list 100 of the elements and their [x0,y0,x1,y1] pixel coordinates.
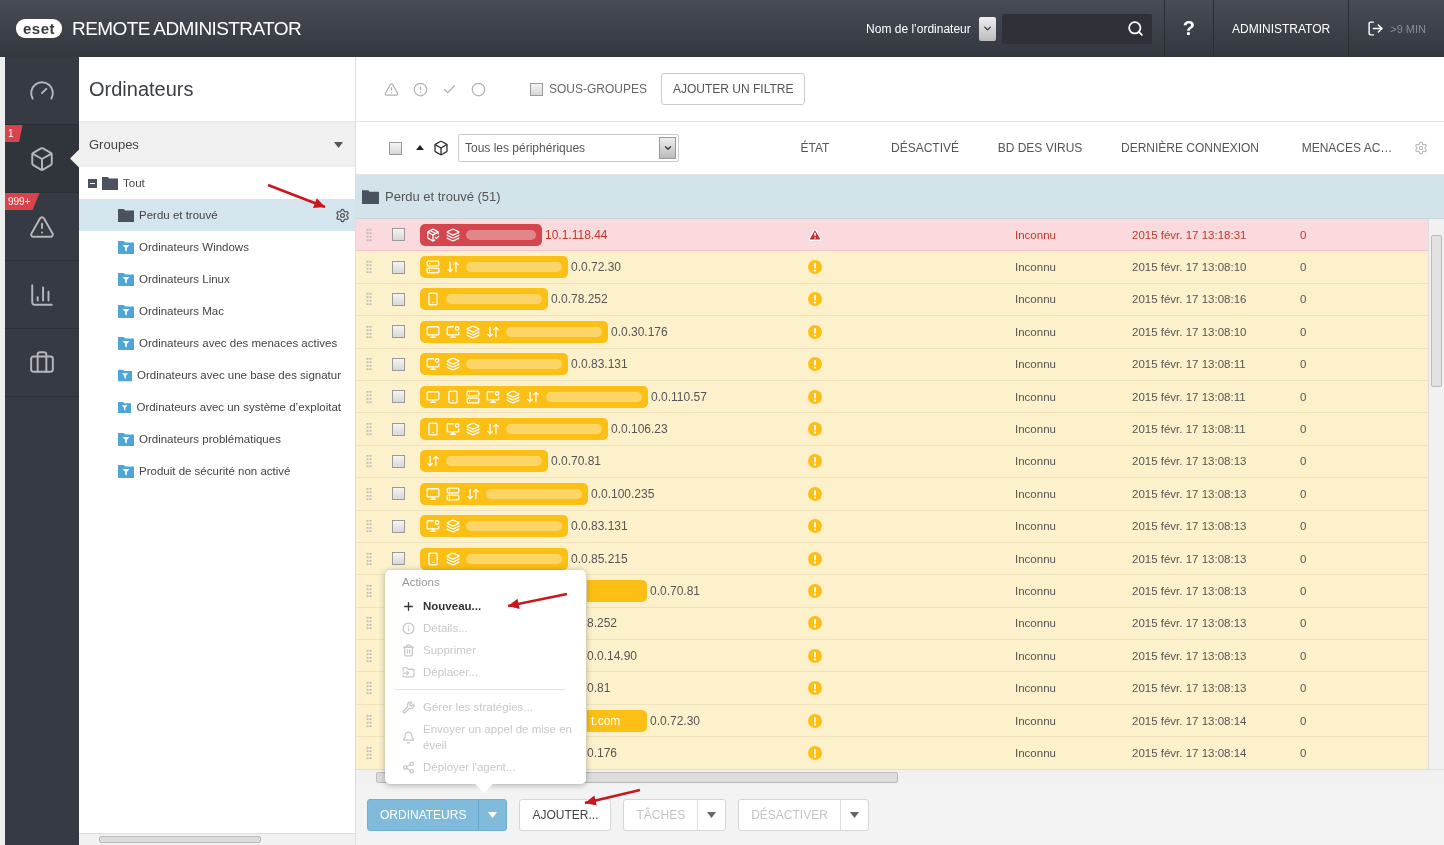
collapse-toggle[interactable] [88,178,97,188]
table-cell-text: 0 [1299,552,1308,565]
search-field[interactable] [1001,13,1152,44]
table-cell-text: Inconnu [1014,617,1057,630]
bell-icon [402,730,415,744]
drag-handle[interactable] [366,422,372,437]
groups-header[interactable]: Groupes [79,122,355,167]
ip-address: 0.176 [587,745,618,760]
checkbox[interactable] [392,292,405,306]
tree-item[interactable]: Produit de sécurité non activé [79,455,355,487]
exclamation-icon [808,389,822,404]
settings-icon[interactable] [335,207,350,223]
warning-filter-icon[interactable] [384,81,399,97]
caret-icon [707,812,717,818]
drag-handle[interactable] [366,551,372,566]
tree-item[interactable]: Ordinateurs avec des menaces actives [79,327,355,359]
dropdown-button[interactable] [659,137,676,159]
column-header[interactable]: DÉSACTIVÉ [870,141,980,155]
table-cell-text: 2015 févr. 17 13:08:11 [1131,390,1247,403]
checkbox[interactable] [392,325,405,339]
ip-address: 0.81 [587,681,611,696]
drag-handle[interactable] [366,260,372,275]
ip-address: 10.1.118.44 [545,227,608,242]
monitor-icon [426,324,440,339]
search-icon[interactable] [1126,20,1144,37]
layers-icon [446,551,460,566]
drag-handle[interactable] [366,486,372,501]
checkbox[interactable] [530,82,543,96]
table-cell-text: 2015 févr. 17 13:08:11 [1131,358,1247,371]
checkbox[interactable] [392,552,405,566]
circle-filter-icon[interactable] [471,81,486,97]
tree-item[interactable]: Ordinateurs avec un système d’exploitat [79,391,355,423]
drag-handle[interactable] [366,713,372,728]
horizontal-scrollbar[interactable] [79,833,355,845]
logout-icon[interactable] [1367,20,1385,37]
drag-handle[interactable] [366,648,372,663]
checkbox[interactable] [392,390,405,404]
drag-handle[interactable] [366,454,372,469]
session-timeout: >9 MIN [1390,22,1426,35]
table-cell-text: 2015 févr. 17 13:08:14 [1131,746,1248,759]
exclamation-icon [808,519,822,534]
nav-item[interactable]: 1 [5,125,79,193]
help-button[interactable]: ? [1182,17,1195,40]
action-button[interactable]: AJOUTER... [519,799,612,831]
tree-item[interactable]: Perdu et trouvé [79,199,355,231]
table-cell-text: Inconnu [1014,714,1057,727]
filter-folder-icon [118,304,134,318]
add-filter-button[interactable]: AJOUTER UN FILTRE [661,73,806,105]
drag-handle[interactable] [366,745,372,760]
device-name-pill[interactable] [420,320,608,343]
vertical-scrollbar[interactable] [1428,219,1444,769]
table-cell-text: Inconnu [1014,487,1057,500]
arrows-icon [486,422,500,437]
tree-item[interactable]: Tout [79,167,355,199]
phone-icon [446,389,460,404]
checkbox[interactable] [392,422,405,436]
tree-item[interactable]: Ordinateurs Windows [79,231,355,263]
nav-item[interactable]: 999+ [5,193,79,261]
checkbox[interactable] [392,487,405,501]
tree-item[interactable]: Ordinateurs avec une base des signatur [79,359,355,391]
annotation-arrow [267,183,326,209]
tree-item[interactable]: Ordinateurs Mac [79,295,355,327]
table-cell-text: 2015 févr. 17 13:08:13 [1131,552,1248,565]
drag-handle[interactable] [366,519,372,534]
user-name[interactable]: ADMINISTRATOR [1232,21,1331,36]
device-filter-select[interactable]: Tous les périphériques [458,134,679,162]
checkbox[interactable] [392,357,405,371]
checkbox[interactable] [392,454,405,468]
column-header[interactable]: MENACES AC… [1280,141,1414,155]
checkbox[interactable] [392,228,405,242]
drag-handle[interactable] [366,616,372,631]
table-cell-text: 2015 févr. 17 13:08:13 [1131,455,1248,468]
table-cell-text: 0 [1299,390,1308,403]
drag-handle[interactable] [366,584,372,598]
phone-icon [426,422,440,437]
device-name-pill[interactable] [420,547,568,570]
tree-item[interactable]: Ordinateurs problématiques [79,423,355,455]
column-header[interactable]: ÉTAT [760,141,870,155]
exclamation-filter-icon[interactable] [413,81,428,97]
scope-dropdown[interactable] [978,16,996,41]
column-header[interactable]: DERNIÈRE CONNEXION [1100,141,1280,155]
server-icon [466,389,480,404]
tree-item[interactable]: Ordinateurs Linux [79,263,355,295]
checkbox[interactable] [392,519,405,533]
drag-handle[interactable] [366,292,372,307]
drag-handle[interactable] [366,227,372,242]
wrench-icon [402,700,415,714]
checkbox[interactable] [389,141,402,155]
drag-handle[interactable] [366,681,372,696]
exclamation-icon [808,648,822,663]
menu-item[interactable]: Nouveau... [385,595,586,617]
column-header[interactable]: BD DES VIRUS [980,141,1100,155]
device-name-pill[interactable] [420,223,542,246]
drag-handle[interactable] [366,324,372,339]
layers-icon [446,357,460,372]
server-icon [426,260,440,275]
checkbox[interactable] [392,260,405,274]
drag-handle[interactable] [366,357,372,372]
exclamation-icon [808,486,822,501]
drag-handle[interactable] [366,389,372,404]
